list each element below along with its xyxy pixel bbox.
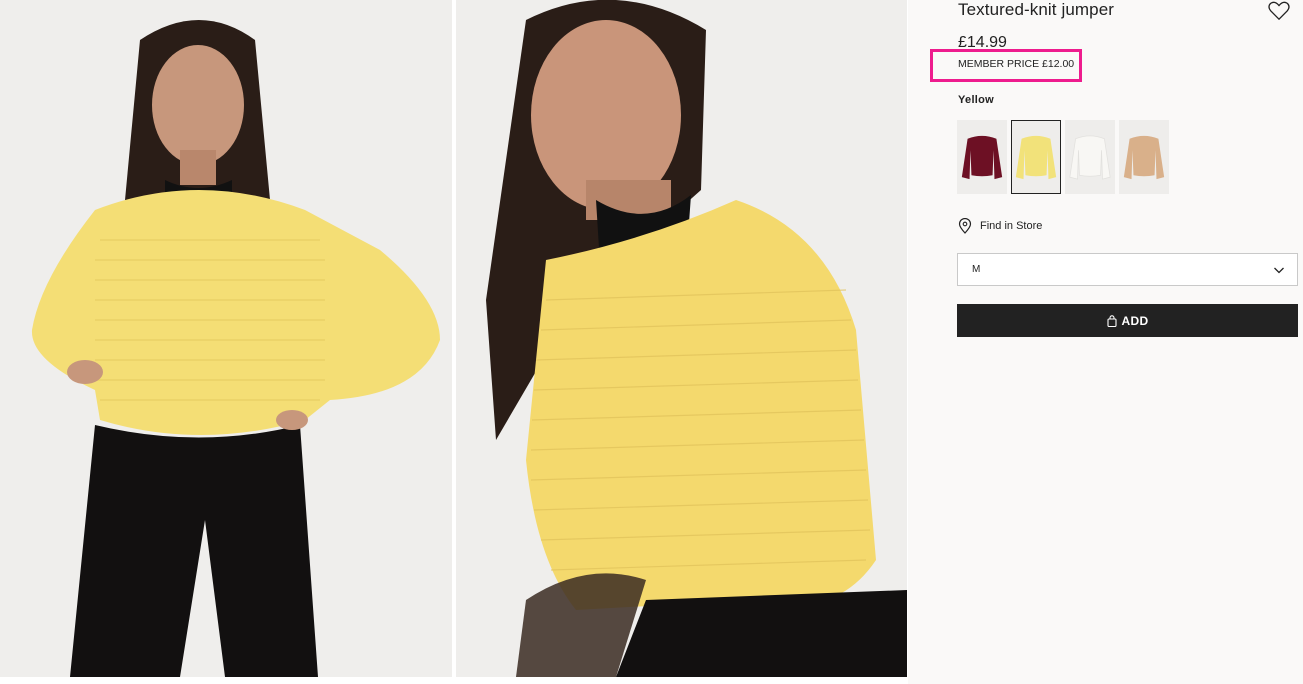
- beige-jumper-thumbnail: [1120, 121, 1168, 193]
- find-in-store-link[interactable]: Find in Store: [958, 218, 1042, 234]
- yellow-jumper-thumbnail: [1012, 121, 1060, 193]
- selected-color-label: Yellow: [958, 94, 995, 106]
- find-in-store-label: Find in Store: [980, 220, 1043, 232]
- swatch-burgundy[interactable]: [957, 120, 1007, 194]
- location-pin-icon: [958, 218, 972, 234]
- product-details-panel: Textured-knit jumper £14.99 MEMBER PRICE…: [908, 0, 1303, 684]
- model-front-illustration: [0, 0, 452, 677]
- burgundy-jumper-thumbnail: [958, 121, 1006, 193]
- size-selected-value: M: [972, 264, 981, 275]
- chevron-down-icon: [1274, 267, 1284, 274]
- color-swatches: [957, 120, 1169, 194]
- white-jumper-thumbnail: [1066, 121, 1114, 193]
- swatch-white[interactable]: [1065, 120, 1115, 194]
- model-closeup-illustration: [456, 0, 907, 677]
- add-to-bag-button[interactable]: ADD: [957, 304, 1298, 337]
- product-image-closeup[interactable]: [456, 0, 907, 677]
- swatch-yellow[interactable]: [1011, 120, 1061, 194]
- member-price: MEMBER PRICE £12.00: [958, 58, 1075, 70]
- add-button-label: ADD: [1121, 313, 1149, 328]
- size-dropdown[interactable]: M: [957, 253, 1298, 286]
- product-gallery: [0, 0, 908, 684]
- product-image-front[interactable]: [0, 0, 452, 677]
- swatch-beige[interactable]: [1119, 120, 1169, 194]
- shopping-bag-icon: [1106, 314, 1117, 327]
- heart-icon[interactable]: [1268, 1, 1290, 21]
- product-title: Textured-knit jumper: [958, 0, 1115, 19]
